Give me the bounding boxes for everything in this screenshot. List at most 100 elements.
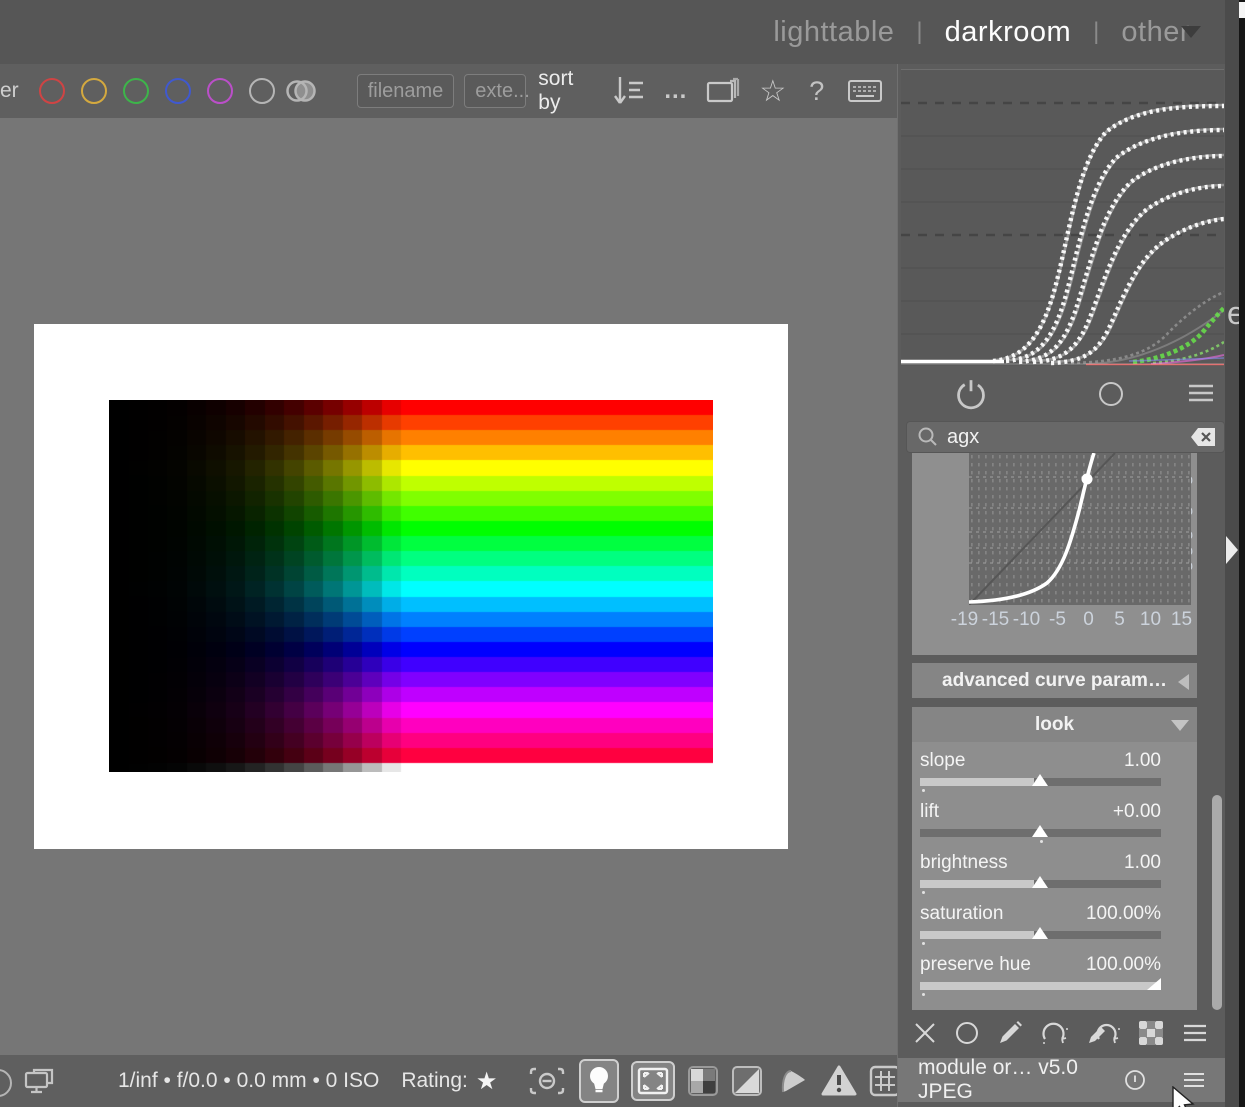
slider-default-dot — [922, 789, 925, 792]
more-options-icon[interactable]: ... — [664, 77, 687, 105]
slider-default-dot — [1040, 840, 1043, 843]
blend-off-icon[interactable] — [912, 1020, 938, 1051]
advanced-curve-params-label: advanced curve param… — [942, 670, 1167, 692]
slider-value[interactable]: 100.00% — [1086, 954, 1161, 976]
keyboard-shortcuts-icon[interactable] — [847, 78, 883, 104]
gamut-check-icon[interactable] — [687, 1065, 719, 1097]
blend-menu-icon[interactable] — [1181, 1020, 1209, 1051]
tab-darkroom[interactable]: darkroom — [945, 16, 1072, 49]
presets-menu-icon[interactable] — [1186, 378, 1216, 413]
filter-toolbar: er filename exte... sort by ... ☆ ? — [0, 64, 897, 118]
tab-other[interactable]: other — [1121, 16, 1190, 49]
slider-track[interactable] — [920, 931, 1161, 939]
panel-scrollbar[interactable] — [1212, 795, 1222, 1010]
waveform-graphic — [901, 70, 1224, 366]
slider-value[interactable]: 100.00% — [1086, 903, 1161, 925]
tab-lighttable[interactable]: lighttable — [773, 16, 894, 49]
grouping-icon[interactable] — [705, 76, 741, 106]
agx-curve-module: 18% 9% 4% 2% 1% — [912, 453, 1197, 655]
filter-circle-blue[interactable] — [165, 78, 191, 104]
filter-circle-purple[interactable] — [207, 78, 233, 104]
slider-track[interactable] — [920, 880, 1161, 888]
full-preview-icon[interactable] — [631, 1061, 675, 1101]
slider-handle[interactable] — [1032, 825, 1048, 837]
slider-handle[interactable] — [1032, 876, 1048, 888]
darkroom-canvas[interactable] — [0, 118, 897, 1055]
iso12646-lamp-icon[interactable] — [579, 1059, 619, 1103]
view-tabs: lighttable | darkroom | other — [773, 0, 1190, 64]
preserve-hue-slider[interactable]: preserve hue 100.00% — [920, 954, 1161, 990]
look-title: look — [1035, 714, 1074, 736]
waveform-histogram[interactable] — [901, 69, 1224, 366]
edge-scrollbar-fragment — [1239, 2, 1245, 18]
extension-filter-input[interactable]: exte... — [464, 74, 526, 108]
collapse-left-icon — [1178, 674, 1189, 690]
color-label-range-icon[interactable] — [284, 77, 324, 105]
advanced-curve-params-header[interactable]: advanced curve param… — [912, 663, 1197, 698]
panel-collapse-strip[interactable] — [1225, 0, 1239, 1107]
curve-control-point[interactable] — [1082, 474, 1093, 485]
curve-plot[interactable] — [969, 453, 1191, 605]
slope-slider[interactable]: slope1.00 — [920, 750, 1161, 786]
clipped-icon-fragment — [0, 1069, 12, 1097]
curve-x-ticks: -19-15 -10-5 05 1015 — [949, 609, 1197, 631]
slider-track[interactable] — [920, 829, 1161, 837]
slider-default-dot — [922, 942, 925, 945]
drawn-mask-icon[interactable] — [996, 1019, 1024, 1052]
tab-separator: | — [916, 18, 922, 46]
filter-circle-green[interactable] — [123, 78, 149, 104]
right-panel: agx 18% 9% 4% 2% 1% — [897, 64, 1226, 1107]
bottom-toolbar: 1/inf • f/0.0 • 0.0 mm • 0 ISO Rating: ★ — [0, 1055, 897, 1107]
focus-peaking-icon[interactable] — [527, 1064, 567, 1098]
rawoverexposed-icon[interactable] — [775, 1065, 809, 1097]
filter-circle-red[interactable] — [39, 78, 65, 104]
slider-handle[interactable] — [1032, 774, 1048, 786]
clear-search-icon[interactable] — [1190, 427, 1216, 447]
parametric-mask-icon[interactable] — [1040, 1019, 1070, 1052]
slider-handle[interactable] — [1147, 978, 1161, 990]
darktable-window: lighttable | darkroom | other er filenam… — [0, 0, 1245, 1107]
sort-by-label: sort by — [538, 67, 573, 115]
exif-info: 1/inf • f/0.0 • 0.0 mm • 0 ISO — [118, 1069, 379, 1093]
power-icon[interactable] — [953, 376, 989, 417]
module-order-label[interactable]: module or… v5.0 JPEG — [918, 1056, 1103, 1104]
brightness-slider[interactable]: brightness1.00 — [920, 852, 1161, 888]
filter-circle-gray[interactable] — [249, 78, 275, 104]
slider-label: saturation — [920, 903, 1003, 925]
slider-value[interactable]: 1.00 — [1124, 852, 1161, 874]
uniform-blend-icon[interactable] — [954, 1020, 980, 1051]
circle-toggle-icon[interactable] — [1095, 378, 1127, 415]
expand-down-icon — [1171, 720, 1189, 731]
second-window-icon[interactable] — [22, 1066, 56, 1096]
overexposure-warning-icon[interactable] — [821, 1065, 857, 1097]
sort-order-icon[interactable] — [612, 75, 646, 107]
rating-star-icon[interactable]: ★ — [476, 1067, 498, 1095]
softproof-icon[interactable] — [731, 1065, 763, 1097]
help-icon[interactable]: ? — [809, 76, 824, 107]
module-order-info-icon[interactable] — [1123, 1068, 1147, 1092]
slider-track[interactable] — [920, 778, 1161, 786]
slider-handle[interactable] — [1032, 927, 1048, 939]
saturation-slider[interactable]: saturation 100.00% — [920, 903, 1161, 939]
tab-separator: | — [1093, 18, 1099, 46]
slider-value[interactable]: +0.00 — [1113, 801, 1161, 823]
slider-label: preserve hue — [920, 954, 1031, 976]
rating-label: Rating: — [401, 1069, 468, 1093]
panel-collapse-arrow-icon[interactable] — [1226, 536, 1238, 564]
color-chart-canvas — [109, 400, 713, 772]
look-header[interactable]: look — [912, 707, 1197, 742]
filter-circle-yellow[interactable] — [81, 78, 107, 104]
star-overlay-icon[interactable]: ☆ — [759, 74, 786, 109]
slider-track[interactable] — [920, 982, 1161, 990]
slider-value[interactable]: 1.00 — [1124, 750, 1161, 772]
search-value: agx — [947, 426, 979, 449]
filename-filter-input[interactable]: filename — [357, 74, 455, 108]
slider-default-dot — [922, 993, 925, 996]
look-section: look slope1.00 lift+0.00 brightness1.00 … — [912, 707, 1197, 1010]
drawn-parametric-mask-icon[interactable] — [1087, 1019, 1121, 1052]
raster-mask-icon[interactable] — [1137, 1019, 1165, 1052]
module-search-input[interactable]: agx — [906, 421, 1225, 453]
image-page[interactable] — [34, 324, 788, 849]
views-dropdown-caret-icon[interactable] — [1181, 26, 1201, 38]
lift-slider[interactable]: lift+0.00 — [920, 801, 1161, 837]
